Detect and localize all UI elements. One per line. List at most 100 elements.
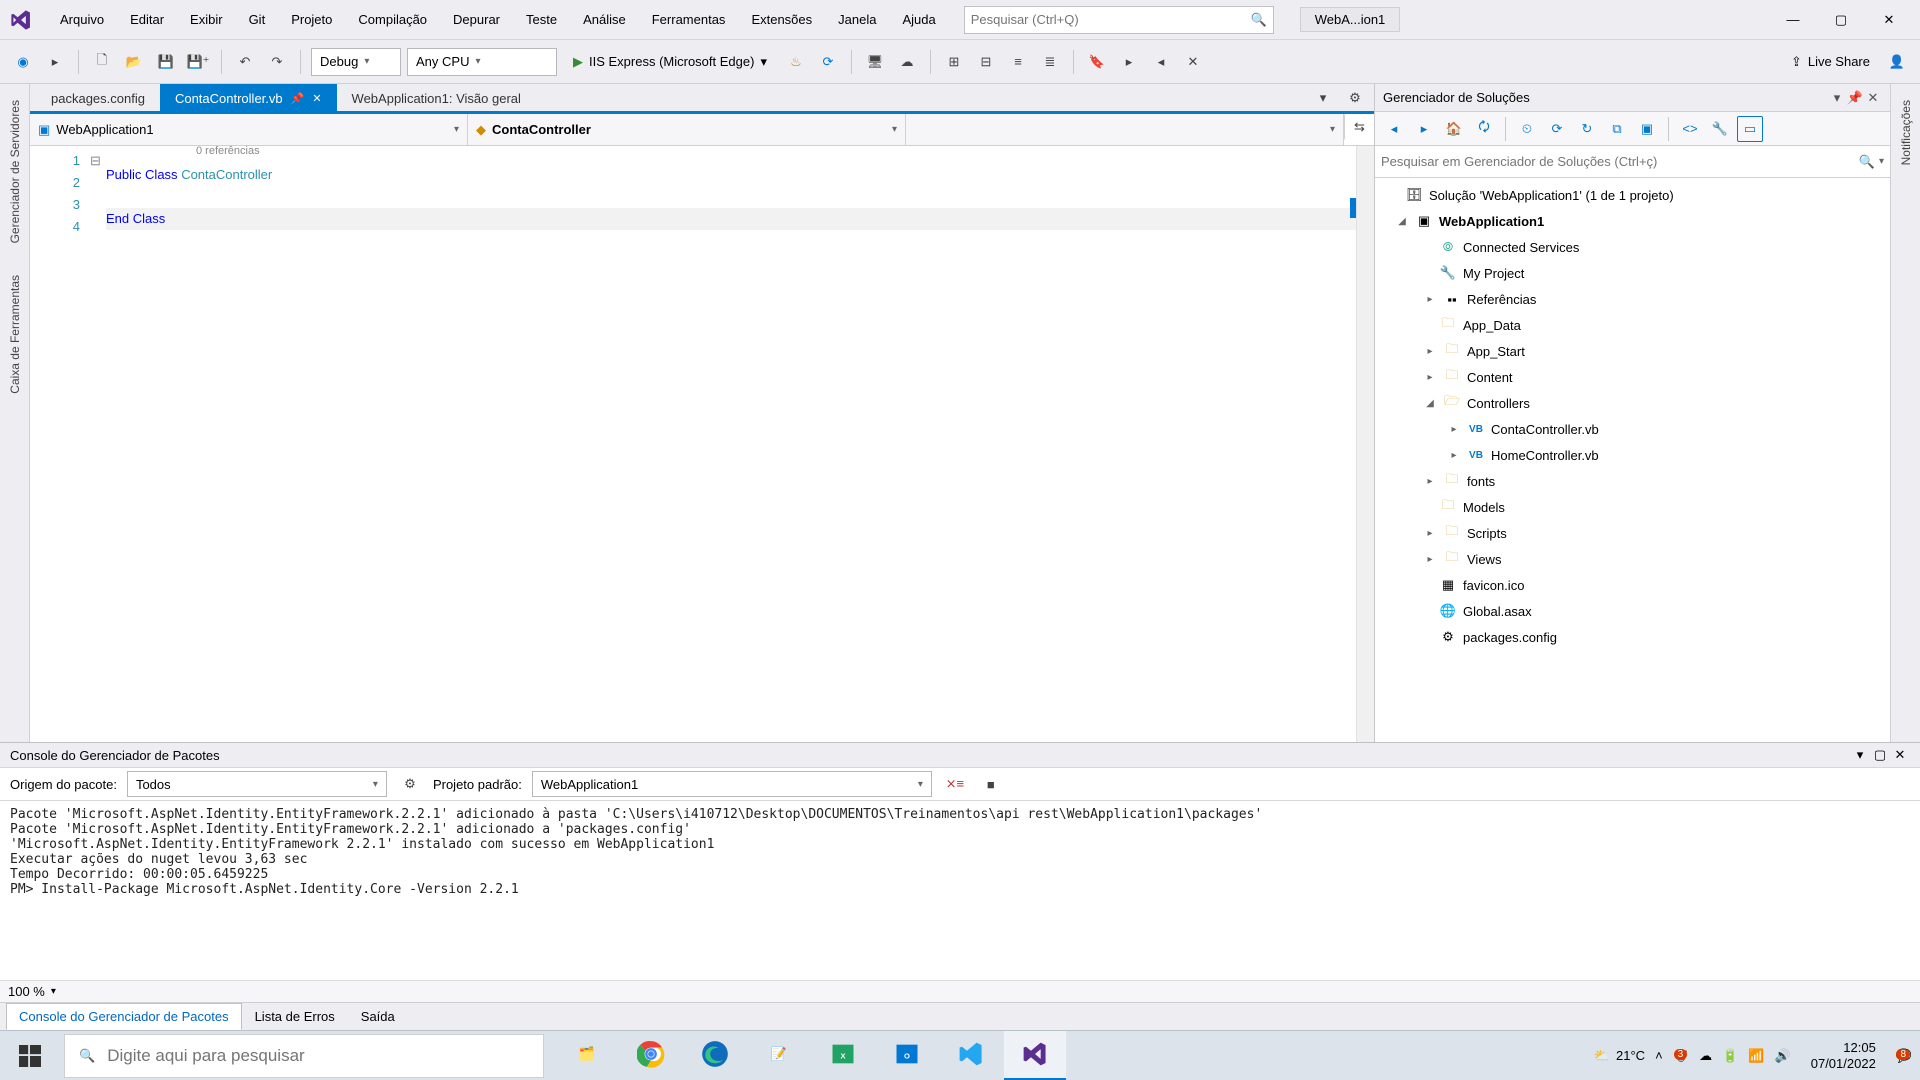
- menu-arquivo[interactable]: Arquivo: [50, 6, 114, 33]
- fold-column[interactable]: ⊟: [90, 146, 106, 742]
- tray-battery-icon[interactable]: 🔋: [1722, 1048, 1738, 1064]
- my-project-node[interactable]: 🔧My Project: [1375, 260, 1890, 286]
- global-search[interactable]: 🔍: [964, 6, 1274, 34]
- solution-root[interactable]: 🗄Solução 'WebApplication1' (1 de 1 proje…: [1375, 182, 1890, 208]
- sol-home-button[interactable]: 🏠: [1441, 116, 1467, 142]
- platform-dropdown[interactable]: Any CPU▾: [407, 48, 557, 76]
- solution-search-input[interactable]: [1381, 154, 1859, 169]
- models-node[interactable]: 🗀Models: [1375, 494, 1890, 520]
- clear-bookmark-button[interactable]: ✕: [1180, 49, 1206, 75]
- menu-teste[interactable]: Teste: [516, 6, 567, 33]
- pmc-options-button[interactable]: ▾: [1850, 747, 1870, 763]
- taskbar-vscode[interactable]: [940, 1031, 1002, 1080]
- menu-compilacao[interactable]: Compilação: [348, 6, 437, 33]
- taskbar-outlook[interactable]: O: [876, 1031, 938, 1080]
- tab-contacontroller[interactable]: ContaController.vb📌✕: [160, 84, 337, 111]
- browse-button[interactable]: 🖥: [862, 49, 888, 75]
- tab-packages-config[interactable]: packages.config: [36, 84, 160, 111]
- tray-chevron-icon[interactable]: ˄: [1655, 1048, 1663, 1063]
- pmc-stop-button[interactable]: ■: [978, 771, 1004, 797]
- window-maximize-button[interactable]: ▢: [1818, 4, 1864, 36]
- indent-button[interactable]: ≡: [1005, 49, 1031, 75]
- panel-options-button[interactable]: ▾: [1828, 90, 1846, 106]
- nav-fwd-button[interactable]: ▸: [42, 49, 68, 75]
- type-dropdown[interactable]: ◆ContaController▾: [468, 114, 906, 145]
- sol-preview-button[interactable]: ▭: [1737, 116, 1763, 142]
- redo-button[interactable]: ↷: [264, 49, 290, 75]
- taskbar-edge[interactable]: [684, 1031, 746, 1080]
- appstart-node[interactable]: ▸🗀App_Start: [1375, 338, 1890, 364]
- taskbar-explorer[interactable]: 🗂️: [556, 1031, 618, 1080]
- code-editor[interactable]: 1 2 3 4 ⊟ 0 referências Public Class Con…: [30, 146, 1374, 742]
- appdata-node[interactable]: 🗀App_Data: [1375, 312, 1890, 338]
- global-asax-file[interactable]: 🌐Global.asax: [1375, 598, 1890, 624]
- project-node[interactable]: ◢▣WebApplication1: [1375, 208, 1890, 234]
- config-dropdown[interactable]: Debug▾: [311, 48, 401, 76]
- project-dropdown[interactable]: ▣WebApplication1▾: [30, 114, 468, 145]
- live-share-button[interactable]: ⇪Live Share: [1783, 50, 1878, 74]
- global-search-input[interactable]: [971, 12, 1251, 27]
- vertical-scrollbar[interactable]: [1356, 146, 1374, 742]
- sol-filter-button[interactable]: ⏲: [1514, 116, 1540, 142]
- account-button[interactable]: 👤: [1884, 49, 1910, 75]
- solution-search[interactable]: 🔍▾: [1375, 146, 1890, 178]
- controllers-node[interactable]: ◢🗁Controllers: [1375, 390, 1890, 416]
- pin-icon[interactable]: 📌: [291, 92, 305, 105]
- menu-depurar[interactable]: Depurar: [443, 6, 510, 33]
- taskbar-visualstudio[interactable]: [1004, 1031, 1066, 1080]
- btab-errors[interactable]: Lista de Erros: [242, 1003, 348, 1030]
- sol-showall-button[interactable]: ▣: [1634, 116, 1660, 142]
- tray-antivirus-icon[interactable]: 🛡3: [1673, 1048, 1690, 1064]
- solution-title[interactable]: WebA...ion1: [1300, 7, 1401, 32]
- split-editor-button[interactable]: ⇆: [1344, 114, 1374, 140]
- toolbox-tab[interactable]: Caixa de Ferramentas: [6, 269, 24, 400]
- start-button[interactable]: [0, 1031, 60, 1080]
- pmc-maximize-button[interactable]: ▢: [1870, 747, 1890, 763]
- menu-ajuda[interactable]: Ajuda: [892, 6, 945, 33]
- solution-tree[interactable]: 🗄Solução 'WebApplication1' (1 de 1 proje…: [1375, 178, 1890, 742]
- menu-editar[interactable]: Editar: [120, 6, 174, 33]
- tray-cloud-icon[interactable]: ☁: [1699, 1048, 1712, 1064]
- pmc-clear-button[interactable]: ⨯≡: [942, 771, 968, 797]
- nav-back-button[interactable]: ◉: [10, 49, 36, 75]
- references-node[interactable]: ▸▪▪Referências: [1375, 286, 1890, 312]
- packages-config-file[interactable]: ⚙packages.config: [1375, 624, 1890, 650]
- menu-analise[interactable]: Análise: [573, 6, 636, 33]
- content-node[interactable]: ▸🗀Content: [1375, 364, 1890, 390]
- sol-properties-button[interactable]: 🔧: [1707, 116, 1733, 142]
- sol-back-button[interactable]: ◂: [1381, 116, 1407, 142]
- pmc-project-dropdown[interactable]: WebApplication1▾: [532, 771, 932, 797]
- sol-fwd-button[interactable]: ▸: [1411, 116, 1437, 142]
- open-button[interactable]: 📂: [121, 49, 147, 75]
- connected-services-node[interactable]: ⦾Connected Services: [1375, 234, 1890, 260]
- taskbar-search[interactable]: 🔍: [64, 1034, 544, 1078]
- menu-extensoes[interactable]: Extensões: [741, 6, 822, 33]
- new-project-button[interactable]: 🗋: [89, 49, 115, 75]
- btab-pmc[interactable]: Console do Gerenciador de Pacotes: [6, 1003, 242, 1030]
- panel-pin-button[interactable]: 📌: [1846, 90, 1864, 106]
- publish-button[interactable]: ☁: [894, 49, 920, 75]
- btab-output[interactable]: Saída: [348, 1003, 408, 1030]
- action-center-button[interactable]: 💬8: [1896, 1048, 1912, 1064]
- taskbar-chrome[interactable]: [620, 1031, 682, 1080]
- panel-close-button[interactable]: ✕: [1864, 90, 1882, 106]
- sol-sync-button[interactable]: 🗘: [1471, 116, 1497, 142]
- taskbar-excel[interactable]: X: [812, 1031, 874, 1080]
- menu-ferramentas[interactable]: Ferramentas: [642, 6, 736, 33]
- pmc-settings-button[interactable]: ⚙: [397, 771, 423, 797]
- scripts-node[interactable]: ▸🗀Scripts: [1375, 520, 1890, 546]
- bookmark-button[interactable]: 🔖: [1084, 49, 1110, 75]
- menu-git[interactable]: Git: [239, 6, 276, 33]
- window-minimize-button[interactable]: —: [1770, 4, 1816, 36]
- prev-bookmark-button[interactable]: ◂: [1148, 49, 1174, 75]
- save-button[interactable]: 💾: [153, 49, 179, 75]
- close-tab-icon[interactable]: ✕: [312, 92, 321, 105]
- tab-overview[interactable]: WebApplication1: Visão geral: [337, 84, 536, 111]
- member-dropdown[interactable]: ▾: [906, 114, 1344, 145]
- contacontroller-file[interactable]: ▸VBContaController.vb: [1375, 416, 1890, 442]
- menu-exibir[interactable]: Exibir: [180, 6, 233, 33]
- window-close-button[interactable]: ✕: [1866, 4, 1912, 36]
- codelens-refs[interactable]: 0 referências: [196, 145, 260, 157]
- sol-code-button[interactable]: <>: [1677, 116, 1703, 142]
- menu-projeto[interactable]: Projeto: [281, 6, 342, 33]
